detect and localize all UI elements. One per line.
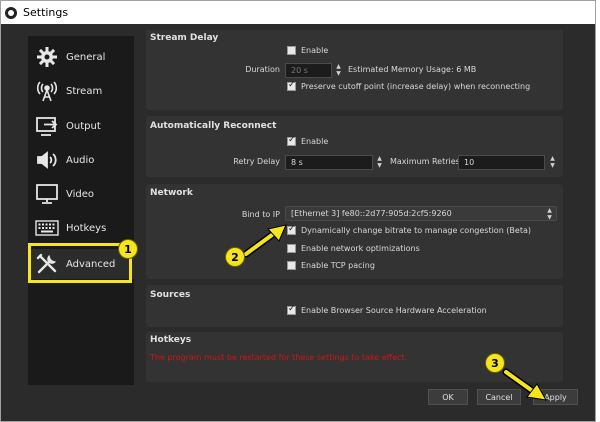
annotation-badge-1: 1 [118,239,138,259]
gear-icon [34,45,60,69]
checkbox[interactable] [287,46,296,55]
sidebar-item-label: Hotkeys [66,222,107,234]
window-title: Settings [23,6,69,19]
network-group: Network Bind to IP [Ethernet 3] fe80::2d… [146,184,563,279]
auto-reconnect-enable[interactable]: Enable [287,135,329,146]
checkbox-label: Enable TCP pacing [301,261,375,270]
max-retries-spinner-icon[interactable]: ▲ ▼ [548,155,557,170]
sidebar-item-label: Output [66,120,101,132]
retry-delay-spinner-icon[interactable]: ▲ ▼ [375,155,384,170]
auto-reconnect-group: Automatically Reconnect Enable Retry Del… [146,116,563,177]
checkbox-label: Enable Browser Source Hardware Accelerat… [301,306,487,315]
sidebar-item-label: Audio [66,154,95,166]
ok-button[interactable]: OK [428,389,468,405]
checkbox-label: Dynamically change bitrate to manage con… [301,226,531,235]
sidebar-item-label: General [66,51,106,63]
broadcast-icon [34,79,60,103]
monitor-icon [34,182,60,206]
max-retries-label: Maximum Retries [390,157,460,166]
group-title: Stream Delay [150,33,219,43]
memory-usage-text: Estimated Memory Usage: 6 MB [348,65,477,74]
obs-logo-icon [5,6,17,19]
advanced-settings-panel: Stream Delay Enable Duration 20 s ▲ ▼ Est… [142,30,565,382]
group-title: Sources [150,290,191,300]
retry-delay-label: Retry Delay [233,157,280,166]
annotation-arrow-3-icon [502,368,547,401]
max-retries-field[interactable]: 10 [458,155,545,170]
checkbox-label: Preserve cutoff point (increase delay) w… [301,82,531,91]
checkbox-label: Enable [301,46,329,55]
settings-sidebar: General Stream Output Audio Video Hotkey… [28,36,134,385]
retry-delay-field[interactable]: 8 s [285,155,373,170]
checkbox-label: Enable [301,137,329,146]
dynamic-bitrate-checkbox[interactable]: Dynamically change bitrate to manage con… [287,224,531,235]
checkbox[interactable] [287,304,296,315]
advanced-highlight-box [28,243,132,283]
duration-field[interactable]: 20 s [285,63,332,78]
bind-ip-label: Bind to IP [241,210,280,219]
preserve-cutoff-checkbox[interactable]: Preserve cutoff point (increase delay) w… [287,80,531,91]
output-icon [34,114,60,138]
sidebar-item-hotkeys[interactable]: Hotkeys [28,213,134,243]
annotation-badge-2: 2 [225,247,245,267]
sidebar-item-audio[interactable]: Audio [28,145,134,175]
sidebar-item-label: Video [66,188,95,200]
sources-group: Sources Enable Browser Source Hardware A… [146,285,563,327]
tcp-pacing-checkbox[interactable]: Enable TCP pacing [287,261,375,270]
title-bar: Settings [1,1,595,24]
speaker-icon [34,148,60,172]
browser-acceleration-checkbox[interactable]: Enable Browser Source Hardware Accelerat… [287,304,487,315]
group-title: Automatically Reconnect [150,121,277,131]
duration-label: Duration [245,65,280,74]
checkbox[interactable] [287,80,296,91]
restart-warning-text: The program must be restarted for these … [150,353,408,362]
annotation-arrow-2-icon [242,224,287,258]
sidebar-item-label: Stream [66,85,103,97]
sidebar-item-general[interactable]: General [28,42,134,72]
sidebar-item-stream[interactable]: Stream [28,76,134,106]
group-title: Network [150,188,193,198]
checkbox[interactable] [287,261,296,270]
chevron-updown-icon: ▲ ▼ [547,207,552,221]
keyboard-icon [34,216,60,240]
network-optimizations-checkbox[interactable]: Enable network optimizations [287,244,420,253]
checkbox[interactable] [287,135,296,146]
sidebar-item-video[interactable]: Video [28,179,134,209]
bind-ip-dropdown[interactable]: [Ethernet 3] fe80::2d77:905d:2cf5:9260 [285,206,557,221]
checkbox-label: Enable network optimizations [301,244,420,253]
stream-delay-group: Stream Delay Enable Duration 20 s ▲ ▼ Est… [146,30,563,110]
scrollbar[interactable] [566,30,570,382]
duration-spinner-icon[interactable]: ▲ ▼ [334,63,343,78]
group-title: Hotkeys [150,335,192,345]
stream-delay-enable[interactable]: Enable [287,46,328,55]
sidebar-item-output[interactable]: Output [28,111,134,141]
